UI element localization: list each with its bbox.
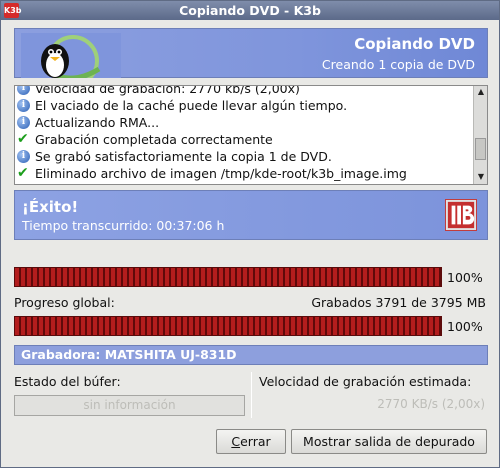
global-progress-percent: 100% <box>447 319 483 334</box>
info-icon: i <box>17 99 30 112</box>
status-title: ¡Éxito! <box>22 198 79 216</box>
k3b-copy-dialog: K3b Copiando DVD - K3b Copiando DVD Crea… <box>0 0 500 468</box>
close-button-mnemonic: C <box>231 434 241 449</box>
buffer-status-field: sin información <box>14 395 245 416</box>
tux-penguin-logo-icon <box>21 33 121 78</box>
checkmark-icon: ✔ <box>17 165 29 181</box>
log-item-text: Grabación completada correctamente <box>35 132 273 147</box>
speed-label: Velocidad de grabación estimada: <box>259 374 472 389</box>
k3b-app-icon[interactable]: K3b <box>4 3 22 18</box>
log-list[interactable]: i Velocidad de grabación: 2770 kb/s (2,0… <box>14 85 488 185</box>
log-item-text: Actualizando RMA... <box>35 115 160 130</box>
close-button[interactable]: Cerrar <box>216 429 286 454</box>
title-bar[interactable]: K3b Copiando DVD - K3b <box>1 1 499 20</box>
elapsed-time: Tiempo transcurrido: 00:37:06 h <box>22 218 225 233</box>
written-size: Grabados 3791 de 3795 MB <box>311 295 486 310</box>
log-item-text: Velocidad de grabación: 2770 kb/s (2,00x… <box>35 85 300 96</box>
log-item-text: Se grabó satisfactoriamente la copia 1 d… <box>35 149 332 164</box>
close-button-label: errar <box>240 434 271 449</box>
window-title: Copiando DVD - K3b <box>179 3 321 18</box>
global-progress-label: Progreso global: <box>14 295 115 310</box>
speed-value: 2770 KB/s (2,00x) <box>377 397 485 411</box>
info-icon: i <box>17 86 30 95</box>
track-progress-fill <box>15 268 441 286</box>
checkmark-icon: ✔ <box>17 131 29 147</box>
show-debug-output-button[interactable]: Mostrar salida de depurado <box>291 429 487 454</box>
track-progress-bar <box>14 267 442 287</box>
log-item-text: El vaciado de la caché puede llevar algú… <box>35 98 348 113</box>
info-icon: i <box>17 116 30 129</box>
global-progress-bar <box>14 316 442 336</box>
global-progress-fill <box>15 317 441 335</box>
scrollbar-thumb[interactable] <box>475 138 486 160</box>
track-progress-percent: 100% <box>447 270 483 285</box>
header-title: Copiando DVD <box>354 35 475 53</box>
status-banner: ¡Éxito! Tiempo transcurrido: 00:37:06 h <box>14 190 488 240</box>
info-icon: i <box>17 150 30 163</box>
vertical-divider <box>251 372 252 418</box>
header-banner: Copiando DVD Creando 1 copia de DVD <box>14 28 488 78</box>
log-item-text: Eliminado archivo de imagen /tmp/kde-roo… <box>35 166 407 181</box>
scroll-up-arrow-icon[interactable]: ▲ <box>476 87 486 97</box>
burner-device-header: Grabadora: MATSHITA UJ-831D <box>14 345 488 365</box>
scroll-down-arrow-icon[interactable]: ▼ <box>476 172 486 182</box>
log-scrollbar[interactable]: ▲ ▼ <box>473 86 487 184</box>
buffer-status-label: Estado del búfer: <box>14 374 121 389</box>
k3b-logo-icon <box>445 199 477 231</box>
header-subtitle: Creando 1 copia de DVD <box>321 57 475 72</box>
